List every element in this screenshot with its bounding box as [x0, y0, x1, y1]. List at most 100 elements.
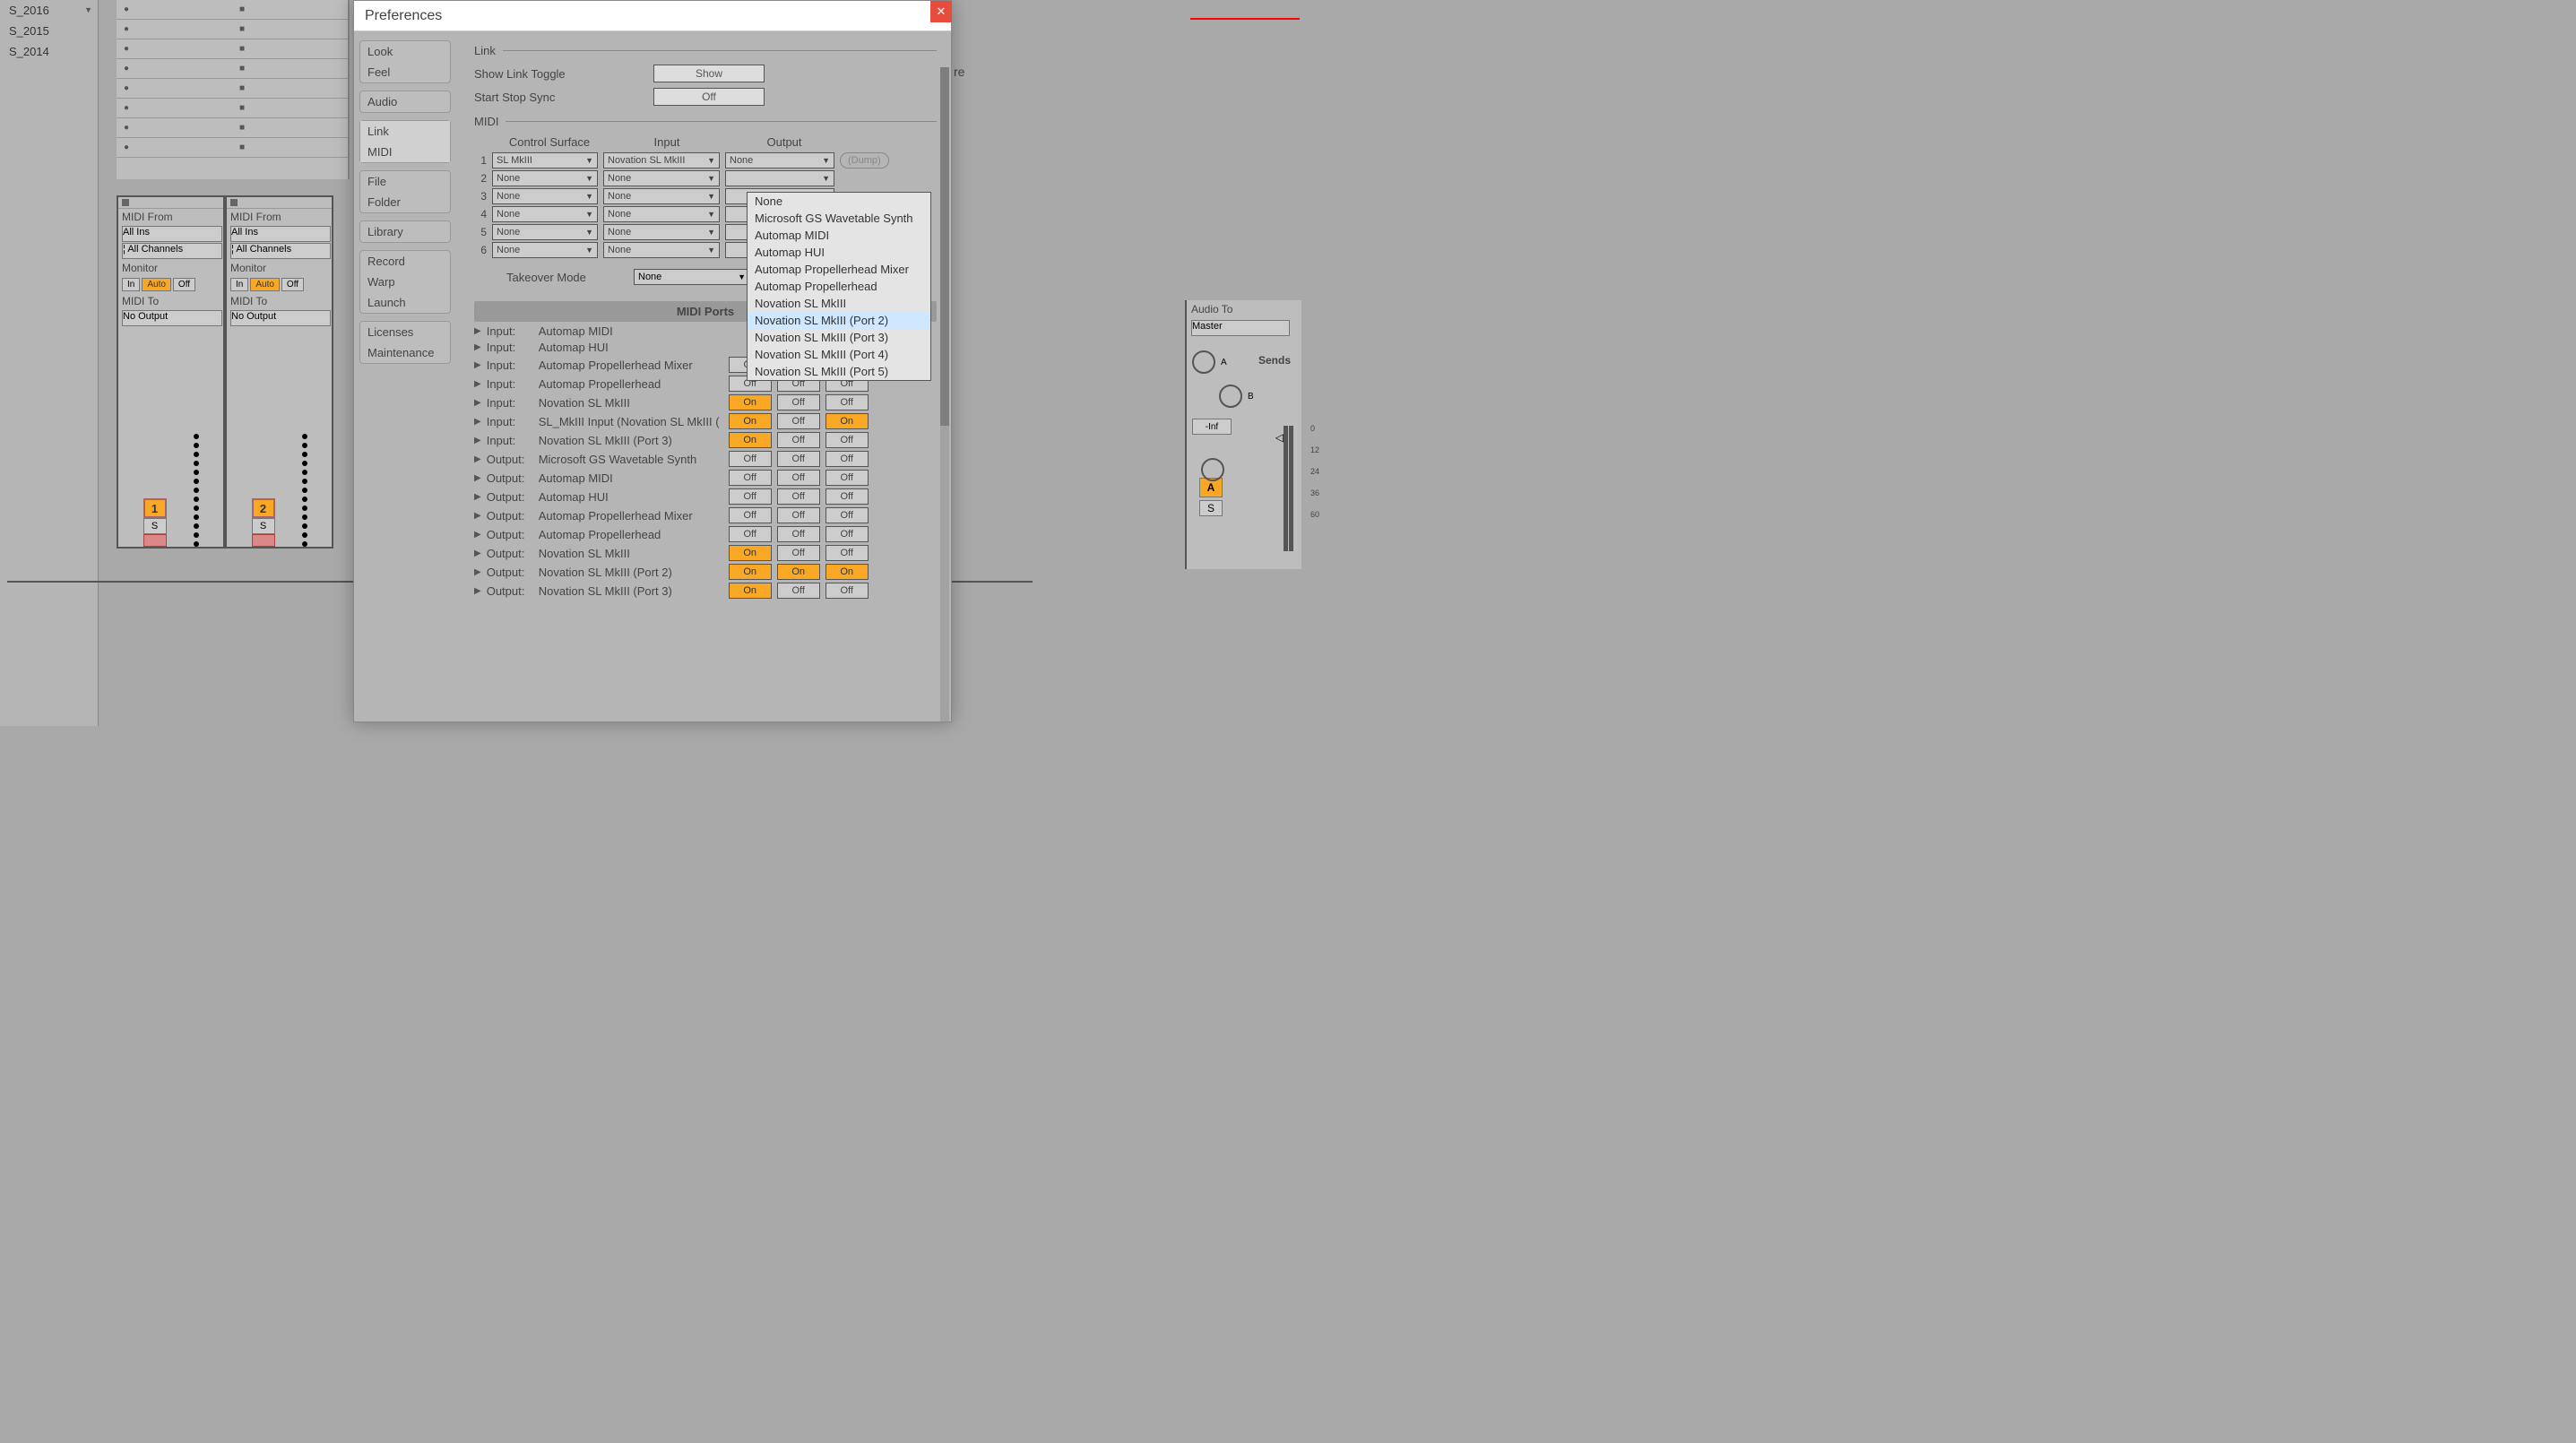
tab-look[interactable]: Look — [360, 41, 450, 62]
port-sync-toggle[interactable]: Off — [777, 451, 820, 467]
stop-icon[interactable] — [122, 199, 129, 206]
monitor-in-button[interactable]: In — [230, 278, 248, 291]
port-track-toggle[interactable]: Off — [729, 451, 772, 467]
tab-warp[interactable]: Warp — [360, 272, 450, 292]
midi-channel-select[interactable]: ¦ All Channels — [230, 243, 331, 259]
clip-slot[interactable] — [117, 20, 232, 39]
track-activator-button[interactable]: 2 — [252, 498, 275, 518]
port-remote-toggle[interactable]: Off — [826, 432, 869, 448]
close-button[interactable]: ✕ — [930, 1, 952, 22]
stop-slot[interactable] — [232, 20, 348, 39]
disclosure-triangle-icon[interactable]: ▶ — [474, 436, 481, 445]
output-select-2[interactable]: ▼ — [725, 170, 834, 186]
tab-library[interactable]: Library — [360, 221, 450, 242]
port-sync-toggle[interactable]: Off — [777, 526, 820, 542]
midi-from-select[interactable]: All Ins — [122, 226, 222, 242]
port-track-toggle[interactable]: On — [729, 432, 772, 448]
tab-feel[interactable]: Feel — [360, 62, 450, 82]
tab-launch[interactable]: Launch — [360, 292, 450, 313]
clip-slot[interactable] — [117, 0, 232, 19]
tab-record[interactable]: Record — [360, 251, 450, 272]
dropdown-option[interactable]: Novation SL MkIII (Port 3) — [748, 329, 930, 346]
port-remote-toggle[interactable]: Off — [826, 470, 869, 486]
port-remote-toggle[interactable]: On — [826, 564, 869, 580]
control-surface-select-6[interactable]: None▼ — [492, 242, 598, 258]
disclosure-triangle-icon[interactable]: ▶ — [474, 398, 481, 408]
control-surface-select-2[interactable]: None▼ — [492, 170, 598, 186]
stop-slot[interactable] — [232, 138, 348, 157]
stop-slot[interactable] — [232, 99, 348, 117]
dropdown-option[interactable]: Automap Propellerhead — [748, 278, 930, 295]
tab-maintenance[interactable]: Maintenance — [360, 342, 450, 363]
port-remote-toggle[interactable]: Off — [826, 526, 869, 542]
disclosure-triangle-icon[interactable]: ▶ — [474, 417, 481, 427]
port-track-toggle[interactable]: Off — [729, 507, 772, 523]
port-track-toggle[interactable]: On — [729, 545, 772, 561]
solo-button[interactable]: S — [143, 518, 167, 534]
scrollbar[interactable] — [940, 67, 949, 722]
disclosure-triangle-icon[interactable]: ▶ — [474, 492, 481, 502]
dropdown-option[interactable]: Automap Propellerhead Mixer — [748, 261, 930, 278]
port-remote-toggle[interactable]: Off — [826, 545, 869, 561]
clip-slot[interactable] — [117, 118, 232, 137]
dropdown-option[interactable]: Microsoft GS Wavetable Synth — [748, 210, 930, 227]
port-track-toggle[interactable]: On — [729, 413, 772, 429]
dropdown-option[interactable]: Novation SL MkIII (Port 2) — [748, 312, 930, 329]
monitor-off-button[interactable]: Off — [281, 278, 304, 291]
arm-button[interactable] — [252, 534, 275, 547]
midi-from-select[interactable]: All Ins — [230, 226, 331, 242]
port-track-toggle[interactable]: Off — [729, 488, 772, 505]
input-select-3[interactable]: None▼ — [603, 188, 720, 204]
stop-slot[interactable] — [232, 39, 348, 58]
disclosure-triangle-icon[interactable]: ▶ — [474, 326, 481, 336]
tab-file[interactable]: File — [360, 171, 450, 192]
output-dropdown-menu[interactable]: NoneMicrosoft GS Wavetable SynthAutomap … — [747, 192, 931, 381]
port-sync-toggle[interactable]: Off — [777, 470, 820, 486]
port-track-toggle[interactable]: On — [729, 564, 772, 580]
output-select-1[interactable]: None▼ — [725, 152, 834, 168]
track-activator-button[interactable]: 1 — [143, 498, 167, 518]
clip-slot[interactable] — [117, 59, 232, 78]
browser-item[interactable]: S_2015 — [0, 21, 98, 41]
disclosure-triangle-icon[interactable]: ▶ — [474, 454, 481, 464]
stop-slot[interactable] — [232, 118, 348, 137]
send-b-knob[interactable] — [1219, 385, 1242, 408]
port-sync-toggle[interactable]: On — [777, 564, 820, 580]
midi-to-select[interactable]: No Output — [230, 310, 331, 326]
solo-button[interactable]: S — [1199, 500, 1223, 516]
port-remote-toggle[interactable]: On — [826, 413, 869, 429]
port-sync-toggle[interactable]: Off — [777, 507, 820, 523]
port-remote-toggle[interactable]: Off — [826, 394, 869, 410]
disclosure-triangle-icon[interactable]: ▶ — [474, 530, 481, 540]
stop-slot[interactable] — [232, 79, 348, 98]
disclosure-triangle-icon[interactable]: ▶ — [474, 511, 481, 521]
tab-licenses[interactable]: Licenses — [360, 322, 450, 342]
port-remote-toggle[interactable]: Off — [826, 451, 869, 467]
dropdown-option[interactable]: Novation SL MkIII — [748, 295, 930, 312]
disclosure-triangle-icon[interactable]: ▶ — [474, 549, 481, 558]
volume-value[interactable]: -Inf — [1192, 419, 1232, 435]
port-sync-toggle[interactable]: Off — [777, 583, 820, 599]
dropdown-option[interactable]: Automap MIDI — [748, 227, 930, 244]
port-sync-toggle[interactable]: Off — [777, 432, 820, 448]
tab-midi[interactable]: MIDI — [360, 142, 450, 162]
control-surface-select-5[interactable]: None▼ — [492, 224, 598, 240]
input-select-5[interactable]: None▼ — [603, 224, 720, 240]
port-remote-toggle[interactable]: Off — [826, 583, 869, 599]
input-select-1[interactable]: Novation SL MkIII▼ — [603, 152, 720, 168]
triangle-down-icon[interactable]: ▼ — [84, 5, 92, 14]
tab-link[interactable]: Link — [360, 121, 450, 142]
disclosure-triangle-icon[interactable]: ▶ — [474, 586, 481, 596]
start-stop-sync-button[interactable]: Off — [653, 88, 765, 106]
tab-folder[interactable]: Folder — [360, 192, 450, 212]
input-select-2[interactable]: None▼ — [603, 170, 720, 186]
port-track-toggle[interactable]: On — [729, 583, 772, 599]
monitor-off-button[interactable]: Off — [173, 278, 195, 291]
show-link-toggle-button[interactable]: Show — [653, 65, 765, 82]
disclosure-triangle-icon[interactable]: ▶ — [474, 360, 481, 370]
dump-button[interactable]: (Dump) — [840, 152, 889, 168]
browser-item[interactable]: S_2016 — [0, 0, 98, 21]
dropdown-option[interactable]: Novation SL MkIII (Port 5) — [748, 363, 930, 380]
send-a-knob[interactable] — [1192, 350, 1215, 374]
port-remote-toggle[interactable]: Off — [826, 507, 869, 523]
